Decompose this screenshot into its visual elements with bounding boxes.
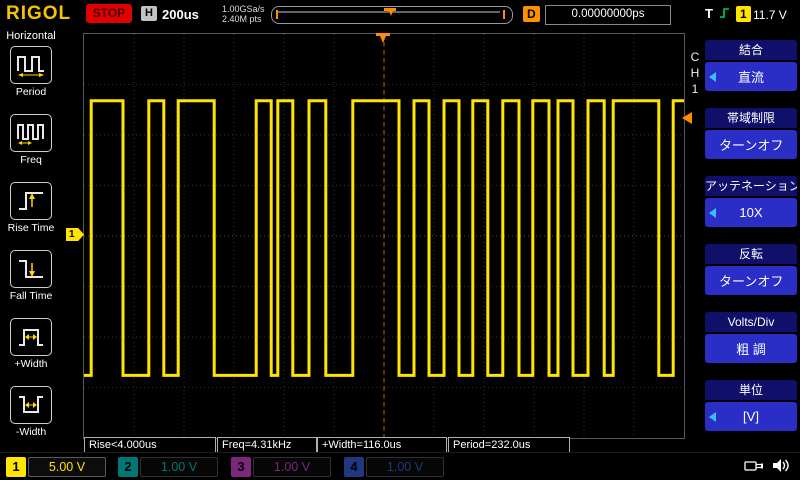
- rise-time-icon: [10, 182, 52, 220]
- menu-channel-label: CH1: [688, 50, 702, 98]
- unit-button[interactable]: [V]: [705, 402, 797, 431]
- menu-item-bandwidth-limit: 帯域制限 ターンオフ: [705, 108, 797, 159]
- channel4-scale: 1.00 V: [366, 457, 444, 477]
- select-arrow-icon: [708, 71, 716, 82]
- menu-title: 帯域制限: [705, 108, 797, 128]
- measurement-period: Period=232.0us: [448, 437, 570, 453]
- channel-status-bar: 1 5.00 V 2 1.00 V 3 1.00 V 4 1.00 V: [0, 452, 800, 480]
- channel4-status[interactable]: 4 1.00 V: [344, 457, 444, 477]
- sidebar-item-rise-time[interactable]: Rise Time: [0, 182, 62, 246]
- invert-button[interactable]: ターンオフ: [705, 266, 797, 295]
- sidebar-item-period[interactable]: Period: [0, 46, 62, 110]
- period-icon: [10, 46, 52, 84]
- fall-time-icon: [10, 250, 52, 288]
- menu-value-label: 直流: [737, 70, 764, 85]
- sidebar-item-label: Period: [15, 86, 47, 98]
- menu-title: 結合: [705, 40, 797, 60]
- sidebar-item-label: Freq: [20, 154, 42, 166]
- menu-item-invert: 反転 ターンオフ: [705, 244, 797, 295]
- waveform-plot: [84, 34, 684, 438]
- trigger-source-badge: 1: [736, 6, 751, 22]
- sidebar-item-label: Fall Time: [9, 290, 53, 302]
- sidebar-item-label: -Width: [15, 426, 47, 438]
- menu-value-label: 10X: [739, 205, 763, 220]
- sample-rate: 1.00GSa/s: [222, 4, 265, 14]
- freq-icon: [10, 114, 52, 152]
- sidebar-item-label: +Width: [14, 358, 48, 370]
- menu-value-label: [V]: [743, 409, 759, 424]
- run-state-badge: STOP: [86, 4, 132, 23]
- channel3-number: 3: [231, 457, 251, 477]
- trigger-label: T: [705, 6, 713, 21]
- channel1-status[interactable]: 1 5.00 V: [6, 457, 106, 477]
- waveform-preview-strip[interactable]: [271, 6, 513, 24]
- usb-icon: [744, 458, 764, 477]
- sidebar-item-plus-width[interactable]: +Width: [0, 318, 62, 382]
- bandwidth-limit-button[interactable]: ターンオフ: [705, 130, 797, 159]
- preview-waveform-icon: [276, 8, 505, 19]
- menu-title: 反転: [705, 244, 797, 264]
- measurement-pwidth: +Width=116.0us: [317, 437, 447, 453]
- channel3-scale: 1.00 V: [253, 457, 331, 477]
- channel2-status[interactable]: 2 1.00 V: [118, 457, 218, 477]
- select-arrow-icon: [708, 207, 716, 218]
- menu-value-label: ターンオフ: [719, 138, 783, 153]
- select-arrow-icon: [708, 411, 716, 422]
- menu-title: 単位: [705, 380, 797, 400]
- menu-value-label: 粗 調: [736, 342, 766, 357]
- sidebar-item-minus-width[interactable]: -Width: [0, 386, 62, 450]
- horizontal-badge: H: [141, 6, 157, 21]
- sidebar-title: Horizontal: [6, 30, 56, 42]
- menu-item-volts-div: Volts/Div 粗 調: [705, 312, 797, 363]
- delay-readout[interactable]: 0.00000000ps: [545, 5, 671, 25]
- plus-width-icon: [10, 318, 52, 356]
- measurement-rise: Rise<4.000us: [84, 437, 216, 453]
- menu-item-attenuation: アッテネーション 10X: [705, 176, 797, 227]
- top-status-bar: RIGOL STOP H 200us 1.00GSa/s 2.40M pts D…: [0, 0, 800, 28]
- channel2-number: 2: [118, 457, 138, 477]
- trigger-level-readout[interactable]: 11.7 V: [753, 8, 787, 22]
- channel1-number: 1: [6, 457, 26, 477]
- sidebar-item-fall-time[interactable]: Fall Time: [0, 250, 62, 314]
- channel1-ground-marker[interactable]: 1: [66, 228, 84, 241]
- channel4-number: 4: [344, 457, 364, 477]
- channel2-scale: 1.00 V: [140, 457, 218, 477]
- trigger-edge-icon: [719, 7, 731, 22]
- horizontal-measure-sidebar: Horizontal Period Freq Rise Time Fall Ti…: [0, 28, 62, 452]
- channel-menu-panel: CH1 結合 直流 帯域制限 ターンオフ アッテネーション 10X 反転 ターン…: [686, 28, 800, 452]
- scope-display: 1 Rise<4.000us Freq=4.31kHz +Width=116.0…: [62, 28, 692, 455]
- menu-value-label: ターンオフ: [719, 274, 783, 289]
- menu-title: アッテネーション: [705, 176, 797, 196]
- timebase-readout[interactable]: 200us: [162, 7, 199, 22]
- delay-badge: D: [523, 6, 540, 22]
- channel3-status[interactable]: 3 1.00 V: [231, 457, 331, 477]
- channel1-scale: 5.00 V: [28, 457, 106, 477]
- attenuation-button[interactable]: 10X: [705, 198, 797, 227]
- coupling-button[interactable]: 直流: [705, 62, 797, 91]
- menu-item-unit: 単位 [V]: [705, 380, 797, 431]
- volts-div-button[interactable]: 粗 調: [705, 334, 797, 363]
- memory-depth: 2.40M pts: [222, 14, 262, 24]
- trigger-position-marker[interactable]: [376, 33, 390, 47]
- speaker-icon: [772, 457, 790, 478]
- sidebar-item-freq[interactable]: Freq: [0, 114, 62, 178]
- minus-width-icon: [10, 386, 52, 424]
- graticule: [83, 33, 685, 439]
- measurement-freq: Freq=4.31kHz: [217, 437, 317, 453]
- acquisition-readout: 1.00GSa/s 2.40M pts: [222, 4, 265, 24]
- rigol-logo: RIGOL: [6, 3, 72, 24]
- menu-item-coupling: 結合 直流: [705, 40, 797, 91]
- menu-title: Volts/Div: [705, 312, 797, 332]
- sidebar-item-label: Rise Time: [7, 222, 55, 234]
